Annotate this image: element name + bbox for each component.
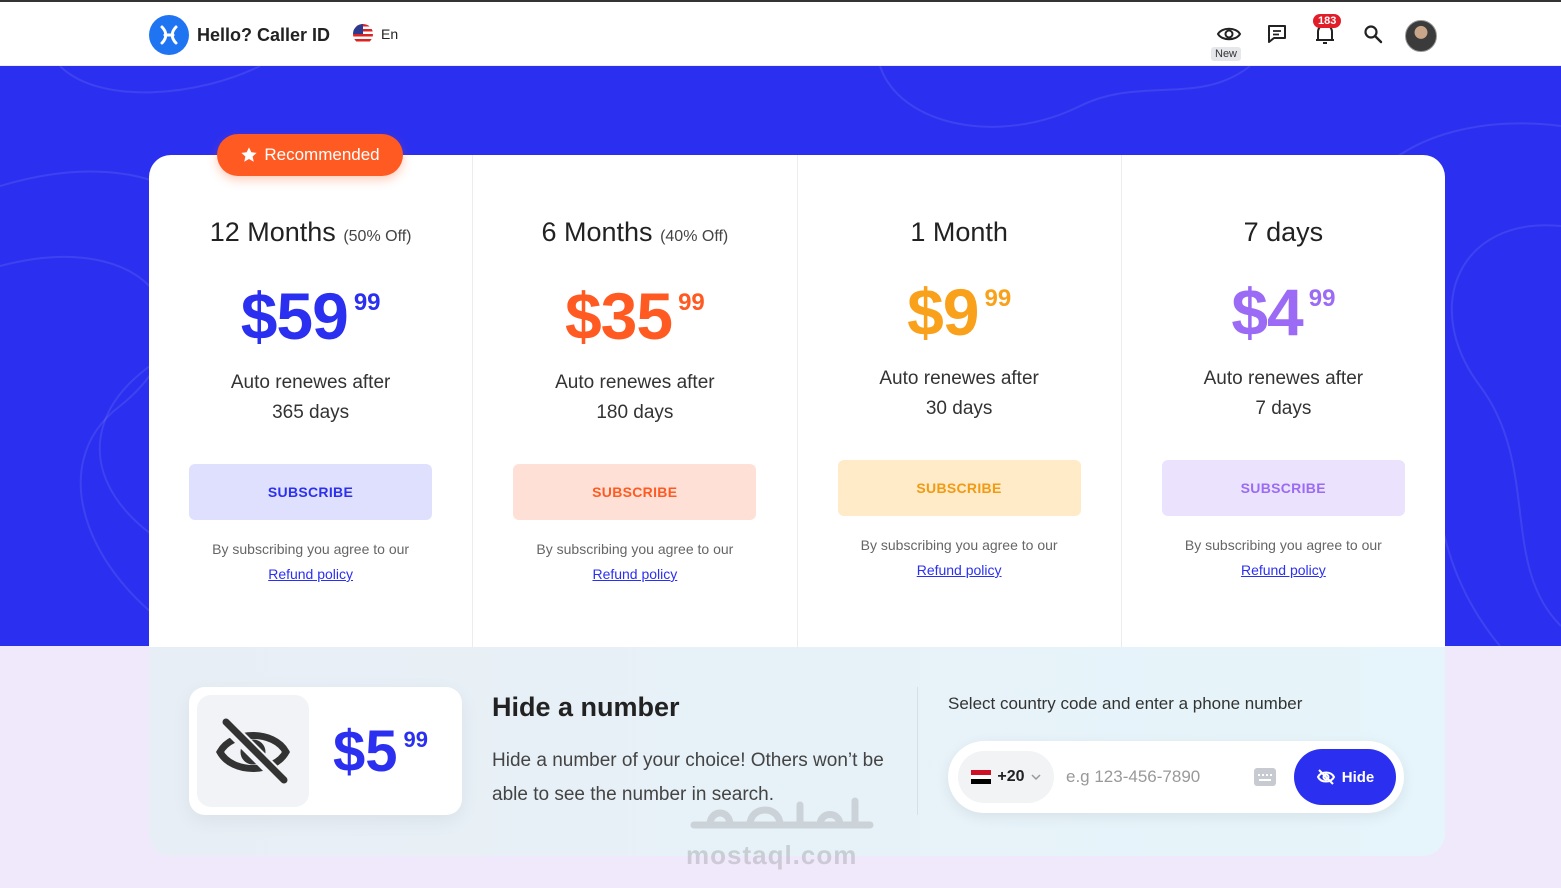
search-icon[interactable]: [1359, 20, 1387, 48]
agree-text: By subscribing you agree to our Refund po…: [860, 537, 1058, 578]
hide-button[interactable]: Hide: [1294, 749, 1396, 805]
divider: [917, 687, 918, 815]
refund-policy-link[interactable]: Refund policy: [268, 566, 353, 582]
plan-renewal: Auto renewes after 7 days: [1203, 368, 1364, 419]
phone-number-input[interactable]: [1066, 763, 1236, 791]
plan-price: $9 99: [907, 275, 1012, 349]
logo[interactable]: Hello? Caller ID: [149, 15, 330, 55]
plan-title: 6 Months (40% Off): [541, 217, 729, 247]
phone-entry-box: +20 Hide: [948, 741, 1404, 813]
agree-text: By subscribing you agree to our Refund po…: [1184, 537, 1382, 578]
country-code-select[interactable]: +20: [958, 751, 1054, 803]
subscribe-button[interactable]: SUBSCRIBE: [189, 464, 432, 520]
language-selector[interactable]: En: [353, 24, 398, 44]
egypt-flag-icon: [971, 770, 992, 785]
plan-price: $4 99: [1231, 275, 1336, 349]
agree-text: By subscribing you agree to our Refund po…: [536, 541, 734, 582]
plan-card: 6 Months (40% Off) $35 99 Auto renewes af…: [473, 155, 798, 647]
hide-number-price: $5 99: [333, 719, 428, 784]
subscribe-button[interactable]: SUBSCRIBE: [513, 464, 757, 520]
recommended-label: Recommended: [264, 145, 380, 164]
subscribe-button[interactable]: SUBSCRIBE: [1161, 460, 1405, 516]
agree-text: By subscribing you agree to our Refund po…: [212, 541, 410, 582]
chevron-down-icon: [1031, 774, 1041, 781]
plan-renewal: Auto renewes after 30 days: [879, 368, 1039, 419]
plan-renewal: Auto renewes after 180 days: [555, 372, 715, 423]
header: Hello? Caller ID En New 183: [0, 2, 1561, 66]
mostaql-logo-watermark: [690, 797, 874, 829]
subscribe-button[interactable]: SUBSCRIBE: [837, 460, 1081, 516]
plan-renewal: Auto renewes after 365 days: [230, 372, 391, 423]
star-icon: [241, 147, 258, 162]
country-label: Select country code and enter a phone nu…: [948, 694, 1303, 713]
language-label: En: [381, 26, 399, 42]
refund-policy-link[interactable]: Refund policy: [592, 566, 677, 582]
plan-price: $59 99: [240, 279, 381, 353]
new-tag: New: [1211, 47, 1242, 61]
pricing-plans: 12 Months (50% Off) $59 99 Auto renewes a…: [149, 155, 1445, 647]
keyboard-icon[interactable]: [1254, 768, 1276, 786]
plan-card: 1 Month $9 99 Auto renewes after 30 days S…: [798, 155, 1122, 647]
plan-title: 7 days: [1243, 217, 1324, 247]
eye-icon[interactable]: [1215, 20, 1243, 48]
plan-discount: (40% Off): [660, 228, 729, 245]
plan-price: $35 99: [564, 279, 705, 353]
recommended-badge: Recommended: [217, 134, 403, 176]
eye-off-icon: [1316, 769, 1335, 785]
plan-title: 12 Months (50% Off): [209, 217, 412, 247]
logo-icon: [149, 15, 189, 55]
notification-badge: 183: [1313, 14, 1342, 28]
app-name: Hello? Caller ID: [197, 24, 331, 45]
plan-card: 12 Months (50% Off) $59 99 Auto renewes a…: [149, 155, 474, 647]
plan-card: 7 days $4 99 Auto renewes after 7 days SUB…: [1122, 155, 1445, 647]
refund-policy-link[interactable]: Refund policy: [1241, 562, 1326, 578]
hide-number-title: Hide a number: [492, 692, 680, 722]
us-flag-icon: [353, 24, 373, 44]
country-code: +20: [997, 768, 1025, 785]
hide-number-price-card: $5 99: [189, 687, 462, 815]
chat-icon[interactable]: [1263, 20, 1291, 48]
plan-title: 1 Month: [910, 217, 1008, 247]
refund-policy-link[interactable]: Refund policy: [917, 562, 1002, 578]
eye-off-icon: [197, 695, 309, 807]
watermark-text: mostaql.com: [686, 840, 858, 870]
user-avatar[interactable]: [1405, 20, 1437, 52]
plan-discount: (50% Off): [343, 228, 412, 245]
